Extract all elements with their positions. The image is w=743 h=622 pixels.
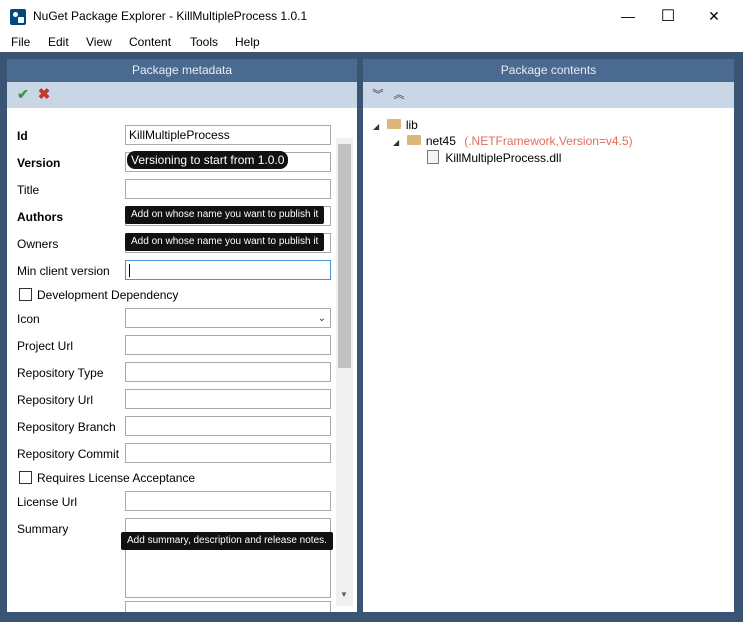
license-url-label: License Url [17, 495, 78, 509]
id-field[interactable]: KillMultipleProcess [125, 125, 331, 145]
nuget-app-icon [10, 9, 26, 25]
collapse-all-icon[interactable]: ︽ [391, 86, 407, 102]
icon-select[interactable]: ⌄ [125, 308, 331, 328]
maximize-icon: ☐ [660, 8, 676, 25]
id-label: Id [17, 129, 28, 143]
tree-expander-icon[interactable]: ◢ [373, 122, 379, 131]
repository-type-field[interactable] [125, 362, 331, 382]
metadata-scrollbar[interactable]: ▼ [336, 138, 353, 606]
menu-edit[interactable]: Edit [48, 35, 69, 49]
maximize-button[interactable]: ☐ [645, 0, 691, 32]
project-url-field[interactable] [125, 335, 331, 355]
icon-label: Icon [17, 312, 40, 326]
folder-icon [386, 119, 401, 129]
contents-toolbar: ︾ ︽ [363, 82, 734, 108]
summary-tooltip: Add summary, description and release not… [121, 532, 333, 550]
menu-bar: File Edit View Content Tools Help [0, 32, 743, 52]
tree-node-lib-label: lib [405, 118, 418, 132]
license-url-field[interactable] [125, 491, 331, 511]
window-title: NuGet Package Explorer - KillMultiplePro… [33, 9, 308, 23]
repository-commit-field[interactable] [125, 443, 331, 463]
text-caret [129, 264, 130, 277]
package-contents-panel: Package contents ︾ ︽ ◢ lib ◢ net45 (.NET… [363, 59, 734, 612]
dll-file-icon [427, 150, 439, 164]
scrollbar-thumb[interactable] [338, 144, 351, 368]
menu-tools[interactable]: Tools [190, 35, 218, 49]
framework-label: (.NETFramework,Version=v4.5) [464, 134, 633, 148]
minimize-icon: — [621, 8, 635, 24]
min-client-version-field[interactable] [125, 260, 331, 280]
tree-node-lib[interactable]: ◢ lib [373, 118, 418, 132]
repository-type-label: Repository Type [17, 366, 104, 380]
tree-expander-icon[interactable]: ◢ [393, 138, 399, 147]
owners-tooltip: Add on whose name you want to publish it [125, 233, 325, 251]
project-url-label: Project Url [17, 339, 74, 353]
owners-label: Owners [17, 237, 59, 251]
requires-license-acceptance-checkbox[interactable] [19, 471, 32, 484]
development-dependency-checkbox[interactable] [19, 288, 32, 301]
repository-branch-field[interactable] [125, 416, 331, 436]
close-button[interactable]: ✕ [691, 0, 737, 32]
tree-node-net45[interactable]: ◢ net45 (.NETFramework,Version=v4.5) [393, 134, 633, 148]
metadata-toolbar: ✔ ✖ [7, 82, 357, 108]
package-metadata-header: Package metadata [7, 59, 357, 82]
close-icon: ✕ [708, 7, 720, 24]
authors-tooltip: Add on whose name you want to publish it [125, 206, 325, 224]
cross-icon[interactable]: ✖ [36, 86, 52, 103]
package-metadata-panel: Package metadata ✔ ✖ Id KillMultipleProc… [7, 59, 357, 612]
version-label: Version [17, 156, 61, 170]
authors-label: Authors [17, 210, 63, 224]
title-label: Title [17, 183, 40, 197]
tree-node-net45-label: net45 [425, 134, 456, 148]
scroll-down-icon[interactable]: ▼ [340, 590, 348, 599]
folder-icon [406, 135, 421, 145]
title-field[interactable] [125, 179, 331, 199]
development-dependency-label: Development Dependency [37, 288, 179, 302]
summary-label: Summary [17, 522, 69, 536]
repository-url-label: Repository Url [17, 393, 94, 407]
title-bar: NuGet Package Explorer - KillMultiplePro… [0, 0, 743, 32]
summary-field[interactable] [125, 518, 331, 598]
chevron-down-icon: ⌄ [317, 313, 326, 324]
expand-all-icon[interactable]: ︾ [370, 86, 386, 102]
menu-file[interactable]: File [11, 35, 30, 49]
description-field[interactable] [125, 601, 331, 612]
menu-help[interactable]: Help [235, 35, 260, 49]
tree-node-dll-label: KillMultipleProcess.dll [445, 151, 562, 165]
menu-view[interactable]: View [86, 35, 112, 49]
package-contents-header: Package contents [363, 59, 734, 82]
repository-url-field[interactable] [125, 389, 331, 409]
check-icon[interactable]: ✔ [15, 86, 31, 102]
repository-branch-label: Repository Branch [17, 420, 116, 434]
min-client-version-label: Min client version [17, 264, 110, 278]
version-tooltip: Versioning to start from 1.0.0 [127, 151, 289, 169]
repository-commit-label: Repository Commit [17, 447, 120, 461]
menu-content[interactable]: Content [129, 35, 171, 49]
requires-license-acceptance-label: Requires License Acceptance [37, 471, 196, 485]
tree-node-dll[interactable]: KillMultipleProcess.dll [427, 150, 561, 165]
